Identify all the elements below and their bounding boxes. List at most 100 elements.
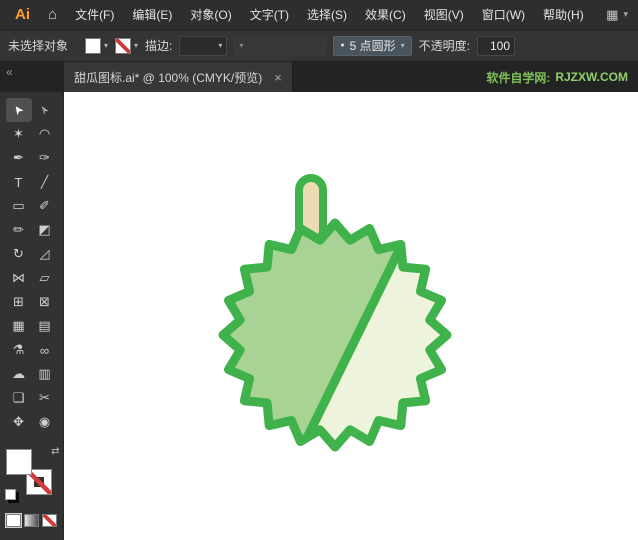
stroke-color-picker[interactable]: ▾ [115, 37, 138, 54]
menu-item[interactable]: 窗口(W) [473, 0, 534, 30]
fill-swatch[interactable] [85, 37, 102, 54]
stroke-profile-dropdown[interactable]: ▾ [234, 35, 327, 56]
type-icon: T [14, 174, 23, 190]
menu-item[interactable]: 选择(S) [298, 0, 356, 30]
eyedropper-tool[interactable]: ⚗ [6, 338, 32, 362]
color-button[interactable] [5, 513, 22, 528]
slice-tool[interactable]: ✂ [32, 386, 58, 410]
symbol-sprayer-icon: ☁ [12, 366, 25, 381]
gradient-tool[interactable]: ▤ [32, 314, 58, 338]
line-segment-icon: ╱ [40, 175, 49, 189]
type-tool[interactable]: T [6, 170, 32, 194]
rotate-icon: ↻ [13, 246, 24, 261]
menu-item[interactable]: 效果(C) [356, 0, 415, 30]
chevron-down-icon[interactable]: ▾ [623, 10, 628, 19]
pen-icon: ✒ [13, 150, 24, 165]
magic-wand-icon: ✶ [13, 126, 24, 141]
artboard-canvas[interactable] [64, 92, 638, 540]
paintbrush-tool[interactable]: ✐ [32, 194, 58, 218]
zoom-icon: ◉ [38, 414, 51, 429]
selection-tool[interactable]: ➤ [5, 98, 32, 122]
close-icon[interactable]: × [274, 70, 282, 85]
stroke-weight-dropdown[interactable]: ▾ [179, 35, 228, 56]
perspective-grid-icon: ⊠ [39, 294, 50, 309]
eyedropper-icon: ⚗ [12, 342, 25, 357]
width-icon: ⋈ [12, 270, 25, 285]
opacity-value: 100 [489, 38, 510, 53]
eraser-tool[interactable]: ◩ [32, 218, 58, 242]
line-segment-tool[interactable]: ╱ [32, 170, 58, 194]
eraser-icon: ◩ [38, 222, 51, 237]
fill-color-picker[interactable]: ▾ [85, 37, 108, 54]
pencil-icon: ✏ [13, 222, 24, 237]
gradient-icon: ▤ [38, 318, 51, 333]
blend-tool[interactable]: ∞ [32, 338, 58, 362]
curvature-icon: ✑ [39, 150, 50, 165]
menu-item[interactable]: 对象(O) [181, 0, 240, 30]
shape-builder-icon: ⊞ [13, 294, 24, 309]
melon-artwork[interactable] [64, 92, 638, 540]
tools-grid: ➤ ➢ ✶ ◠ ✒ ✑ T ╱ ▭ ✐ ✏ ◩ ↻ ◿ ⋈ ▱ ⊞ ⊠ ▦ ▤ ⚗ ∞ ☁ ▥ ❏ ✂ ✥ ◉ [5, 98, 58, 434]
selection-icon: ➤ [9, 101, 28, 119]
pencil-tool[interactable]: ✏ [6, 218, 32, 242]
document-tab-bar: « 甜瓜图标.ai* @ 100% (CMYK/预览) × 软件自学网: RJZ… [0, 62, 638, 92]
menu-bar: Ai ⌂ 文件(F) 编辑(E) 对象(O) 文字(T) 选择(S) 效果(C) 视图(V)… [0, 0, 638, 30]
chevron-down-icon[interactable]: ▾ [104, 41, 108, 50]
menubar-right: ▦ ▾ [606, 7, 632, 23]
brush-dropdown[interactable]: ● 5 点圆形 ▾ [333, 35, 412, 56]
menu-item[interactable]: 文字(T) [241, 0, 298, 30]
menu-item[interactable]: 视图(V) [415, 0, 473, 30]
curvature-tool[interactable]: ✑ [32, 146, 58, 170]
document-tab[interactable]: 甜瓜图标.ai* @ 100% (CMYK/预览) × [64, 62, 293, 92]
collapse-panels-icon[interactable]: « [0, 62, 64, 92]
pen-tool[interactable]: ✒ [6, 146, 32, 170]
brush-preview-icon: ● [340, 42, 345, 49]
opacity-label: 不透明度: [418, 39, 470, 53]
fill-indicator[interactable] [5, 449, 32, 475]
chevron-down-icon: ▾ [239, 40, 244, 50]
width-tool[interactable]: ⋈ [6, 266, 32, 290]
direct-selection-tool[interactable]: ➢ [32, 98, 58, 122]
menu-item[interactable]: 文件(F) [66, 0, 123, 30]
free-transform-tool[interactable]: ▱ [32, 266, 58, 290]
workspace-switcher-icon[interactable]: ▦ [606, 7, 618, 23]
rectangle-icon: ▭ [12, 198, 25, 213]
artboard-tool[interactable]: ❏ [6, 386, 32, 410]
perspective-grid-tool[interactable]: ⊠ [32, 290, 58, 314]
swap-fill-stroke-icon[interactable]: ⇄ [51, 446, 59, 457]
artboard-icon: ❏ [12, 390, 25, 405]
free-transform-icon: ▱ [39, 270, 50, 285]
scale-tool[interactable]: ◿ [32, 242, 58, 266]
direct-selection-icon: ➢ [35, 101, 54, 119]
stroke-none-swatch[interactable] [115, 37, 132, 54]
credit-site: 软件自学网: [486, 70, 551, 85]
blend-icon: ∞ [39, 342, 50, 358]
shape-builder-tool[interactable]: ⊞ [6, 290, 32, 314]
menu-item[interactable]: 编辑(E) [123, 0, 181, 30]
zoom-tool[interactable]: ◉ [32, 410, 58, 434]
hand-tool[interactable]: ✥ [6, 410, 32, 434]
fill-stroke-indicator: ⇄ [4, 446, 60, 502]
credit-url: RJZXW.COM [555, 70, 628, 84]
menu-item[interactable]: 帮助(H) [534, 0, 593, 30]
hand-icon: ✥ [13, 414, 24, 429]
mesh-icon: ▦ [12, 318, 25, 333]
app-logo[interactable]: Ai [6, 6, 39, 23]
chevron-down-icon: ▾ [400, 40, 405, 50]
column-graph-tool[interactable]: ▥ [32, 362, 58, 386]
gradient-button[interactable] [24, 514, 39, 527]
default-fill-stroke-icon[interactable] [4, 489, 16, 500]
none-button[interactable] [42, 514, 57, 527]
tabbar-spacer [293, 62, 487, 92]
mesh-tool[interactable]: ▦ [6, 314, 32, 338]
home-icon[interactable]: ⌂ [39, 6, 66, 23]
column-graph-icon: ▥ [38, 366, 51, 381]
lasso-tool[interactable]: ◠ [32, 122, 58, 146]
rotate-tool[interactable]: ↻ [6, 242, 32, 266]
slice-icon: ✂ [39, 390, 50, 405]
opacity-input[interactable]: 100 [477, 35, 515, 56]
symbol-sprayer-tool[interactable]: ☁ [6, 362, 32, 386]
chevron-down-icon[interactable]: ▾ [134, 41, 138, 50]
magic-wand-tool[interactable]: ✶ [6, 122, 32, 146]
rectangle-tool[interactable]: ▭ [6, 194, 32, 218]
